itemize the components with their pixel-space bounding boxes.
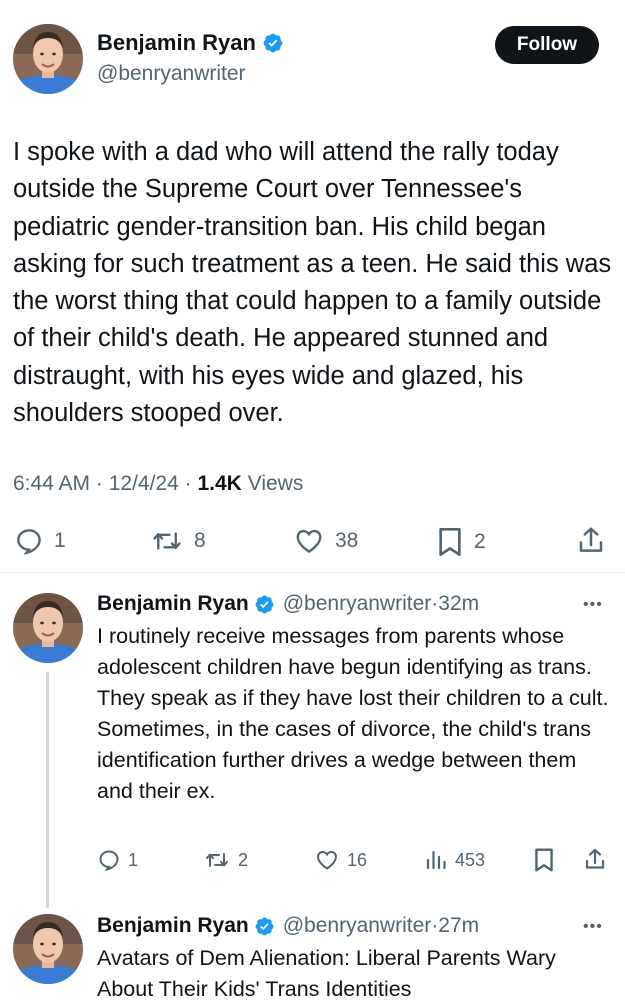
reply-header: Benjamin Ryan @benryanwriter · 32m [97,592,479,616]
author-row: Benjamin Ryan [97,30,284,56]
reply-button[interactable]: 1 [14,526,66,556]
avatar[interactable] [13,914,83,984]
main-tweet-header: Benjamin Ryan @benryanwriter Follow [0,0,625,110]
tweet-meta: 6:44 AM · 12/4/24 · 1.4K Views [13,472,303,496]
author-name[interactable]: Benjamin Ryan [97,30,256,56]
avatar[interactable] [13,593,83,663]
views-button[interactable]: 453 [424,848,485,872]
views-label: Views [247,472,304,495]
share-button[interactable] [576,524,606,556]
verified-badge-icon [255,595,274,613]
more-icon[interactable]: ••• [583,596,603,614]
reply-header: Benjamin Ryan @benryanwriter · 27m [97,914,479,938]
reply-text: I routinely receive messages from parent… [97,624,609,803]
follow-button[interactable]: Follow [495,26,599,64]
share-icon [579,527,603,552]
divider [0,572,625,573]
reply-age[interactable]: 32m [438,592,479,616]
views-count: 453 [455,849,486,870]
reply-button[interactable]: 1 [97,848,138,872]
like-count: 16 [347,849,368,870]
bookmark-button[interactable]: 2 [436,526,486,558]
repost-count: 8 [194,529,206,552]
bookmark-icon [439,528,461,556]
bookmark-button[interactable] [533,847,555,873]
more-icon[interactable]: ••• [583,918,603,936]
share-icon [585,848,605,869]
author-handle[interactable]: @benryanwriter [97,62,246,86]
tweet-date[interactable]: 12/4/24 [109,472,179,495]
reply-icon [99,850,119,872]
bookmark-count: 2 [474,530,486,553]
like-button[interactable]: 16 [314,848,367,872]
meta-separator: · [184,472,198,495]
verified-badge-icon [255,917,274,935]
like-button[interactable]: 38 [293,526,358,556]
reply-count: 1 [54,529,66,552]
meta-separator: · [431,592,439,615]
author-handle[interactable]: @benryanwriter [283,592,432,616]
repost-icon [206,853,228,867]
like-icon [316,850,338,870]
reply-age[interactable]: 27m [438,914,479,938]
share-button[interactable] [583,846,607,872]
meta-separator: · [95,472,109,495]
repost-button[interactable]: 2 [203,848,248,872]
reply-text[interactable]: Avatars of Dem Alienation: Liberal Paren… [97,943,612,1000]
views-count: 1.4K [197,472,242,495]
tweet-time[interactable]: 6:44 AM [13,472,90,495]
views-icon [426,850,446,870]
thread-line [46,672,49,908]
verified-badge-icon [263,33,283,53]
avatar[interactable] [13,24,83,94]
like-icon [296,529,322,554]
reply-count: 1 [128,849,139,870]
author-handle[interactable]: @benryanwriter [283,914,432,938]
tweet-text: I spoke with a dad who will attend the r… [13,138,612,428]
author-name[interactable]: Benjamin Ryan [97,914,249,938]
author-name[interactable]: Benjamin Ryan [97,592,249,616]
repost-icon [153,532,181,550]
meta-separator: · [431,914,439,937]
like-count: 38 [335,529,359,552]
reply-icon [17,529,41,555]
bookmark-icon [535,848,553,872]
repost-button[interactable]: 8 [150,526,206,556]
repost-count: 2 [238,849,249,870]
